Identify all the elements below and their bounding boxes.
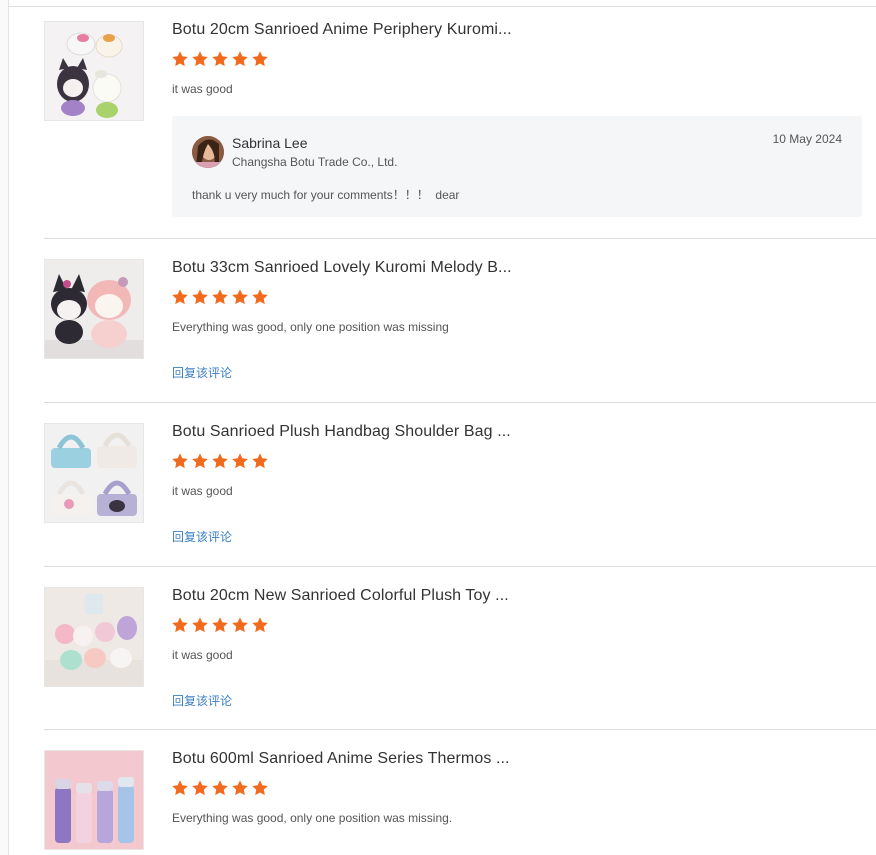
seller-reply-box: Sabrina Lee Changsha Botu Trade Co., Ltd…: [172, 116, 862, 217]
product-thumbnail[interactable]: [44, 423, 144, 523]
star-icon: [172, 51, 188, 67]
review-text: Everything was good, only one position w…: [172, 320, 449, 334]
kuromi-plush-photo: [45, 22, 143, 120]
review-item: Botu 600ml Sanrioed Anime Series Thermos…: [44, 750, 876, 855]
star-icon: [192, 453, 208, 469]
product-title[interactable]: Botu 20cm New Sanrioed Colorful Plush To…: [172, 587, 509, 605]
divider: [44, 729, 876, 730]
star-icon: [252, 780, 268, 796]
product-thumbnail[interactable]: [44, 750, 144, 850]
product-title[interactable]: Botu 600ml Sanrioed Anime Series Thermos…: [172, 750, 510, 768]
review-text: it was good: [172, 82, 233, 96]
review-text: it was good: [172, 484, 233, 498]
star-icon: [212, 51, 228, 67]
star-icon: [232, 780, 248, 796]
review-item: Botu 33cm Sanrioed Lovely Kuromi Melody …: [44, 259, 876, 403]
star-rating: [171, 779, 269, 799]
star-rating: [171, 452, 269, 472]
star-icon: [192, 51, 208, 67]
reply-text: thank u very much for your comments！！！ d…: [192, 188, 460, 202]
star-icon: [212, 780, 228, 796]
left-border: [0, 0, 9, 855]
star-icon: [252, 453, 268, 469]
reply-to-review-link[interactable]: 回复该评论: [172, 692, 232, 709]
star-icon: [192, 780, 208, 796]
star-icon: [212, 617, 228, 633]
product-title[interactable]: Botu 33cm Sanrioed Lovely Kuromi Melody …: [172, 259, 512, 277]
plush-handbag-photo: [45, 424, 143, 522]
top-divider: [8, 6, 876, 7]
seller-name: Sabrina Lee: [232, 135, 308, 151]
star-icon: [232, 51, 248, 67]
review-text: it was good: [172, 648, 233, 662]
review-item: Botu 20cm New Sanrioed Colorful Plush To…: [44, 587, 876, 730]
star-rating: [171, 616, 269, 636]
star-icon: [232, 453, 248, 469]
star-icon: [212, 289, 228, 305]
star-icon: [172, 780, 188, 796]
star-icon: [192, 289, 208, 305]
review-item: Botu 20cm Sanrioed Anime Periphery Kurom…: [44, 21, 876, 239]
star-icon: [252, 289, 268, 305]
seller-company: Changsha Botu Trade Co., Ltd.: [232, 155, 398, 169]
star-icon: [252, 617, 268, 633]
star-rating: [171, 288, 269, 308]
divider: [44, 238, 876, 239]
thermos-bottles-photo: [45, 751, 143, 849]
star-icon: [212, 453, 228, 469]
divider: [44, 402, 876, 403]
melody-plush-photo: [45, 260, 143, 358]
product-thumbnail[interactable]: [44, 21, 144, 121]
reply-to-review-link[interactable]: 回复该评论: [172, 528, 232, 545]
product-thumbnail[interactable]: [44, 259, 144, 359]
review-text: Everything was good, only one position w…: [172, 811, 453, 825]
review-item: Botu Sanrioed Plush Handbag Shoulder Bag…: [44, 423, 876, 567]
avatar: [192, 136, 224, 168]
star-icon: [192, 617, 208, 633]
star-icon: [252, 51, 268, 67]
product-thumbnail[interactable]: [44, 587, 144, 687]
star-icon: [172, 289, 188, 305]
star-icon: [172, 617, 188, 633]
product-title[interactable]: Botu 20cm Sanrioed Anime Periphery Kurom…: [172, 21, 512, 39]
divider: [44, 566, 876, 567]
reply-to-review-link[interactable]: 回复该评论: [172, 364, 232, 381]
star-icon: [232, 617, 248, 633]
reply-date: 10 May 2024: [772, 132, 842, 146]
colorful-plush-photo: [45, 588, 143, 686]
star-icon: [232, 289, 248, 305]
star-rating: [171, 50, 269, 70]
star-icon: [172, 453, 188, 469]
product-title[interactable]: Botu Sanrioed Plush Handbag Shoulder Bag…: [172, 423, 511, 441]
